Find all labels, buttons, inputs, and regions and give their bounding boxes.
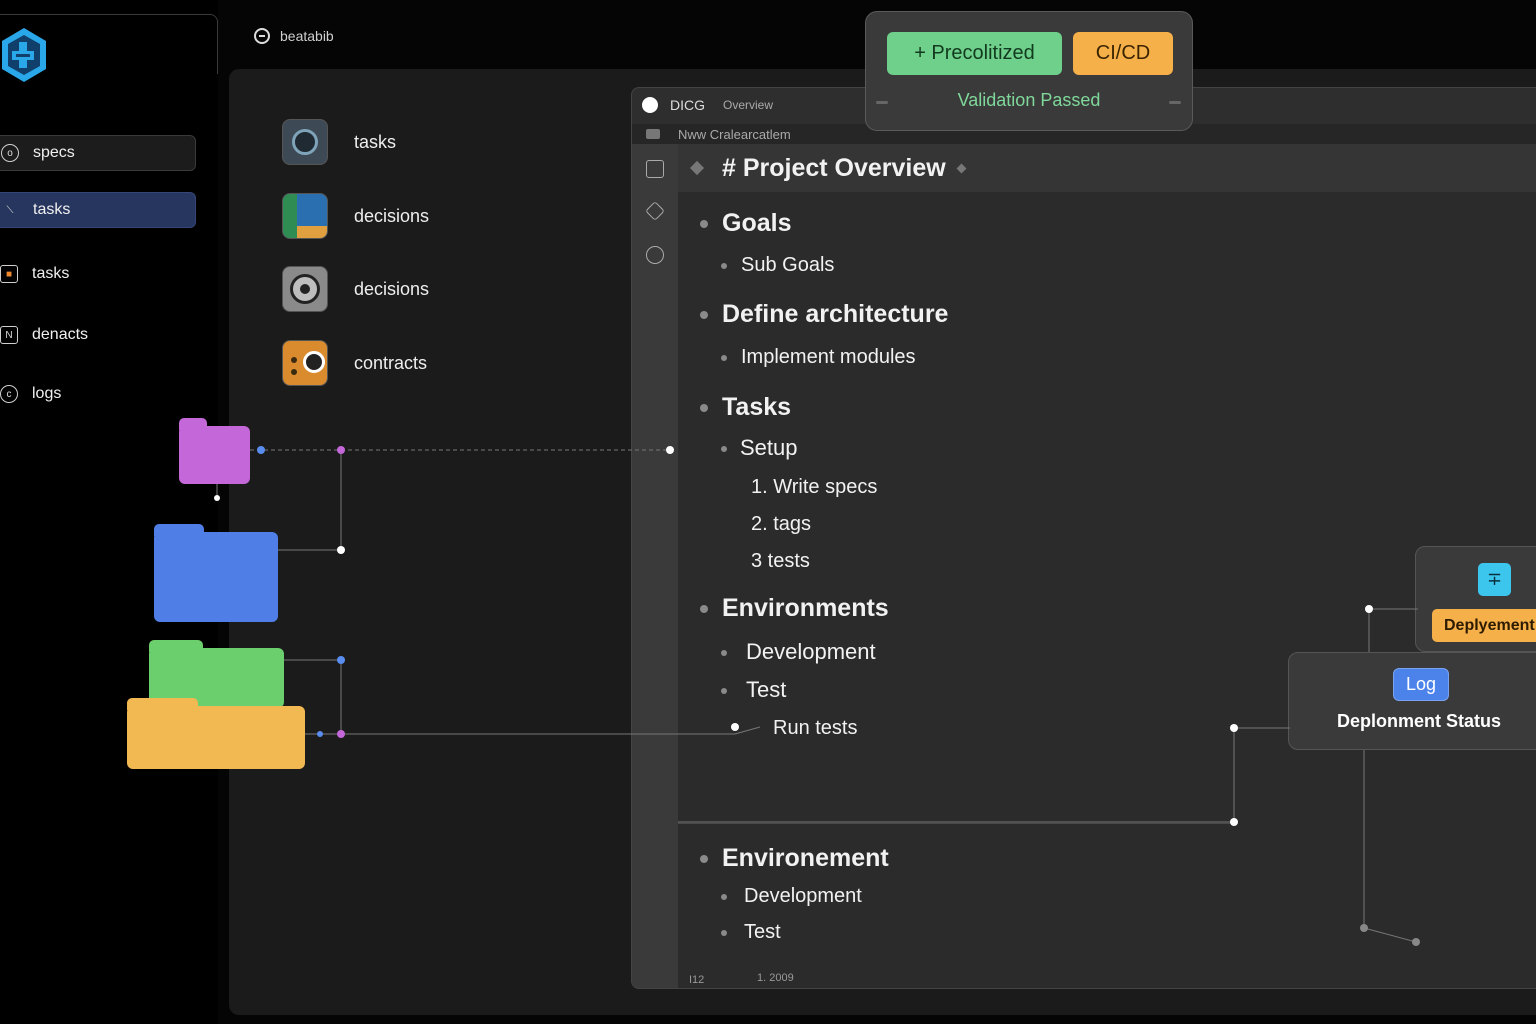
list-item: Development	[744, 885, 862, 907]
file-item-contracts[interactable]: contracts	[282, 340, 427, 386]
bullet	[700, 404, 708, 412]
ci-popup: + Precolitized CI/CD Validation Passed	[865, 11, 1193, 131]
bullet	[721, 263, 727, 269]
bullet	[721, 355, 727, 361]
bullet	[721, 894, 727, 900]
diamond-icon[interactable]	[645, 201, 665, 221]
footer-date: 1. 2009	[757, 972, 794, 984]
deployment-card: ∓ Deplyement	[1415, 546, 1536, 652]
numbered-item: 2. tags	[751, 513, 812, 535]
bullet	[700, 311, 708, 319]
graph-icon: N	[0, 326, 18, 344]
bullet	[721, 688, 727, 694]
chart-icon: ⟍	[6, 204, 14, 216]
orange-square-icon: ■	[0, 265, 18, 283]
app-logo[interactable]	[0, 26, 48, 84]
deployment-status-title: Deplonment Status	[1337, 711, 1502, 731]
sidebar: o specs ⟍ tasks ■ tasks N denacts c logs	[0, 0, 218, 1024]
editor-rail	[632, 144, 678, 988]
file-item-tasks[interactable]: tasks	[282, 119, 396, 165]
minus-icon	[876, 101, 888, 104]
deployment-button[interactable]: Deplyement	[1432, 609, 1536, 642]
top-tab[interactable]: beatabib	[254, 28, 334, 44]
section-title: Define architecture	[722, 300, 949, 328]
minus-circle-icon	[254, 28, 270, 44]
bullet	[700, 605, 708, 613]
deployment-status-card: Log Deplonment Status	[1288, 652, 1536, 750]
target-icon	[282, 266, 328, 312]
clock-icon	[282, 340, 328, 386]
page-title: # Project Overview	[722, 153, 946, 182]
bullet	[721, 446, 727, 452]
sidebar-item-specs[interactable]: o specs	[0, 135, 196, 171]
sidebar-item-denacts[interactable]: N denacts	[0, 317, 196, 353]
file-item-label: decisions	[354, 205, 430, 226]
folder-yellow-icon[interactable]	[127, 698, 305, 769]
minus-icon	[1169, 101, 1181, 104]
folder-purple-icon[interactable]	[179, 418, 250, 484]
line-count: I12	[689, 974, 705, 986]
editor-subtitle: Nww Cralearcatlem	[678, 126, 791, 142]
sidebar-item-tasks-active[interactable]: ⟍ tasks	[0, 192, 196, 228]
list-item: Development	[746, 639, 876, 664]
sidebar-item-label: tasks	[33, 201, 71, 218]
sidebar-item-label: specs	[33, 144, 75, 161]
section-title: Environments	[722, 594, 889, 622]
diamond-icon	[689, 160, 705, 176]
numbered-item: 1. Write specs	[751, 476, 878, 498]
window-icon	[646, 129, 660, 139]
list-item: Run tests	[773, 717, 858, 739]
doc-heading: # Project Overview	[678, 144, 1536, 192]
user-icon[interactable]	[646, 246, 664, 264]
file-item-decisions[interactable]: decisions	[282, 193, 429, 239]
sidebar-item-label: logs	[32, 385, 62, 402]
divider	[678, 823, 1238, 824]
precolitized-button[interactable]: + Precolitized	[887, 32, 1062, 75]
section-title: Tasks	[722, 393, 792, 421]
editor-window: DICG Overview Nww Cralearcatlem # Projec…	[631, 87, 1536, 989]
list-item: Test	[744, 921, 781, 943]
book-icon	[282, 193, 328, 239]
log-button[interactable]: Log	[1393, 668, 1449, 701]
numbered-item: 3 tests	[751, 550, 810, 572]
folder-blue-icon[interactable]	[154, 524, 278, 622]
list-item: Sub Goals	[741, 254, 835, 276]
list-item: Test	[746, 677, 787, 702]
bullet	[721, 930, 727, 936]
list-item: Setup	[740, 435, 798, 460]
bullet	[700, 855, 708, 863]
file-item-decisions-2[interactable]: decisions	[282, 266, 429, 312]
sidebar-item-tasks[interactable]: ■ tasks	[0, 256, 196, 292]
file-item-label: decisions	[354, 278, 430, 299]
section-title: Goals	[722, 209, 792, 237]
sidebar-item-label: tasks	[32, 265, 70, 282]
file-item-label: contracts	[354, 352, 428, 373]
camera-icon	[282, 119, 328, 165]
columns-icon[interactable]	[646, 160, 664, 178]
list-item: Implement modules	[741, 346, 916, 368]
circle-icon: o	[1, 144, 19, 162]
ci-cd-button[interactable]: CI/CD	[1073, 32, 1173, 75]
sidebar-item-label: denacts	[32, 326, 89, 343]
editor-title: DICG	[670, 97, 705, 113]
validation-status: Validation Passed	[957, 90, 1101, 110]
section-title: Environement	[722, 844, 889, 872]
diamond-small-icon	[956, 163, 967, 173]
circle-icon: c	[0, 385, 18, 403]
bullet	[700, 220, 708, 228]
file-item-label: tasks	[354, 131, 397, 152]
app-small-logo-icon	[642, 97, 658, 113]
bullet	[721, 650, 727, 656]
top-tab-label: beatabib	[280, 28, 334, 44]
breadcrumb[interactable]: Overview	[723, 98, 773, 112]
sidebar-item-logs[interactable]: c logs	[0, 376, 196, 412]
plus-minus-icon[interactable]: ∓	[1478, 563, 1511, 596]
